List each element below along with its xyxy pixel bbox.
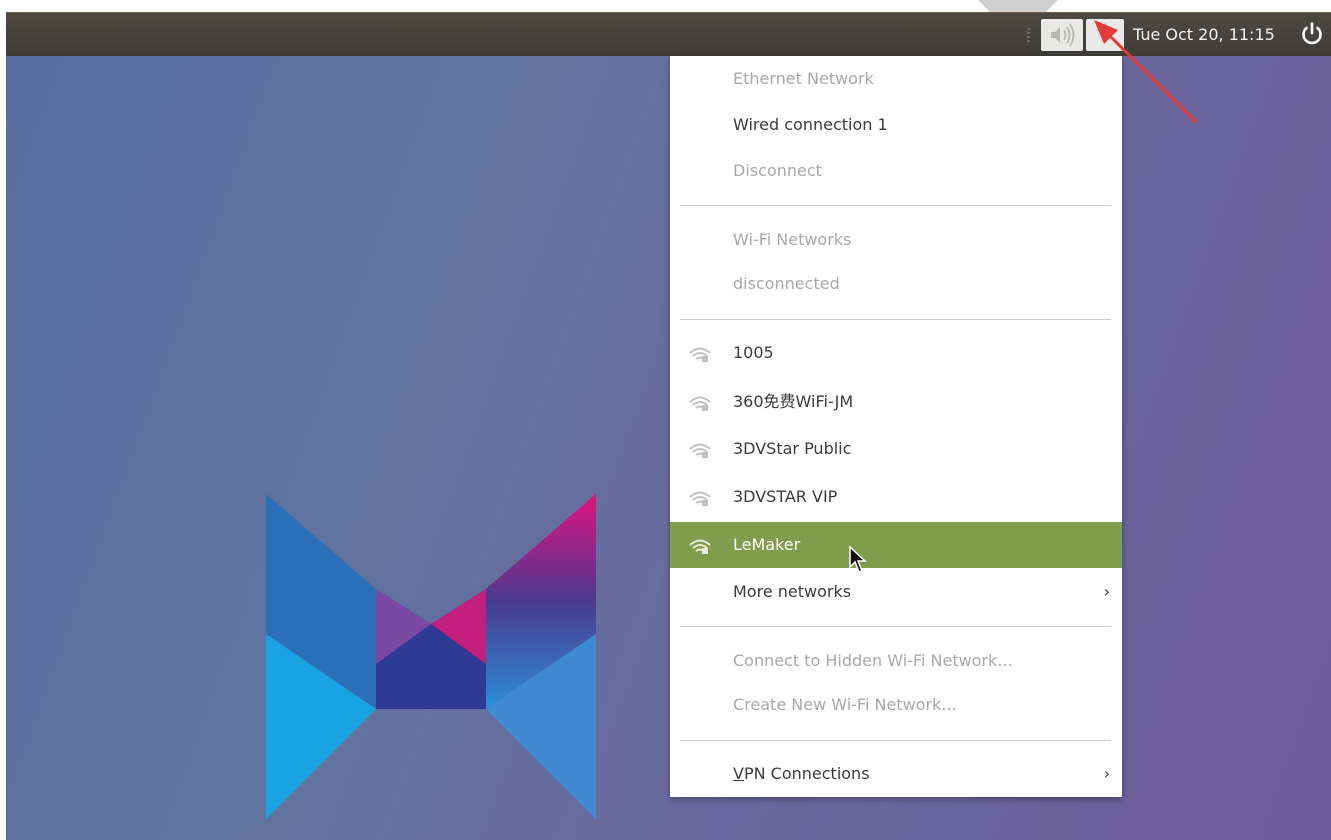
- network-item-3dvstar-public[interactable]: 3DVStar Public: [670, 439, 1122, 459]
- menu-separator: [680, 626, 1111, 627]
- network-label: 3DVStar Public: [733, 439, 852, 458]
- wifi-signal-icon: [689, 396, 711, 411]
- network-label: 1005: [733, 343, 774, 362]
- wifi-signal-icon: [689, 347, 711, 362]
- network-item-360-wifi[interactable]: 360免费WiFi-JM: [670, 392, 1122, 412]
- network-item-3dvstar-vip[interactable]: 3DVSTAR VIP: [670, 487, 1122, 507]
- network-label: 360免费WiFi-JM: [733, 392, 854, 411]
- power-icon[interactable]: [1299, 21, 1325, 47]
- chevron-right-icon: ›: [1103, 582, 1110, 601]
- create-new-wifi-item: Create New Wi-Fi Network...: [733, 695, 957, 714]
- wired-connection-item[interactable]: Wired connection 1: [670, 115, 1122, 135]
- network-label: LeMaker: [733, 535, 801, 554]
- more-networks-label: More networks: [733, 582, 852, 601]
- sound-indicator[interactable]: [1041, 19, 1083, 51]
- panel-grip: [1027, 28, 1030, 42]
- network-item-lemaker[interactable]: LeMaker: [670, 522, 1122, 568]
- wifi-header: Wi-Fi Networks: [733, 230, 852, 249]
- connect-hidden-item: Connect to Hidden Wi-Fi Network...: [733, 651, 1013, 670]
- chevron-right-icon: ›: [1103, 764, 1110, 783]
- network-item-1005[interactable]: 1005: [670, 343, 1122, 363]
- disconnect-item: Disconnect: [733, 161, 822, 180]
- wifi-signal-icon: [689, 539, 711, 554]
- vpn-connections-item[interactable]: VPN Connections ›: [670, 764, 1122, 784]
- annotation-arrow: [1094, 20, 1198, 124]
- network-menu: Ethernet Network Wired connection 1 Disc…: [670, 56, 1122, 797]
- wifi-status: disconnected: [733, 274, 840, 293]
- frame-top-edge: [0, 0, 1331, 12]
- wifi-signal-icon: [689, 443, 711, 458]
- network-label: 3DVSTAR VIP: [733, 487, 838, 506]
- menu-separator: [680, 740, 1111, 741]
- vpn-label: PN Connections: [743, 764, 870, 783]
- top-gray-tab: [978, 0, 1058, 12]
- sound-icon: [1051, 23, 1075, 47]
- more-networks-item[interactable]: More networks ›: [670, 582, 1122, 602]
- ethernet-header: Ethernet Network: [733, 69, 874, 88]
- wifi-signal-icon: [689, 491, 711, 506]
- menu-separator: [680, 319, 1111, 320]
- frame-left-edge: [0, 0, 6, 840]
- mouse-cursor-icon: [849, 545, 867, 573]
- distro-logo: [266, 494, 596, 819]
- vpn-mnemonic: V: [733, 764, 744, 783]
- menu-separator: [680, 205, 1111, 206]
